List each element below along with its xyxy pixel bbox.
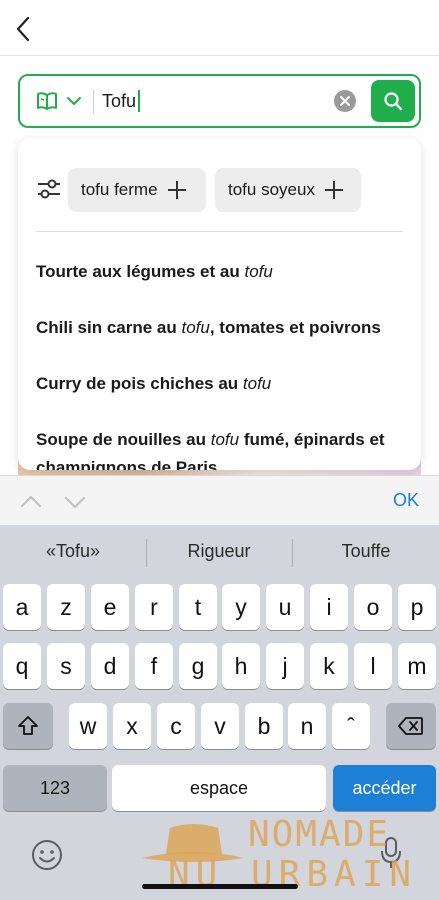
search-bar — [18, 74, 421, 128]
search-input[interactable] — [102, 76, 332, 126]
suggestions-dropdown: tofu ferme tofu soyeux Tourte aux légume… — [18, 138, 421, 470]
search-icon — [384, 92, 403, 111]
dropdown-divider — [36, 231, 403, 232]
key-w[interactable]: w — [69, 703, 107, 749]
emoji-icon[interactable] — [30, 838, 64, 872]
key-i[interactable]: i — [310, 584, 348, 630]
back-icon[interactable] — [8, 12, 38, 46]
microphone-icon[interactable] — [380, 836, 402, 870]
keyboard-accessory-bar: OK — [0, 475, 439, 525]
shift-key[interactable] — [3, 703, 53, 749]
filter-icon[interactable] — [36, 178, 62, 200]
top-bar — [0, 0, 439, 56]
key-f[interactable]: f — [135, 643, 173, 689]
key-a[interactable]: a — [3, 584, 41, 630]
backspace-icon — [398, 717, 423, 735]
chevron-up-icon[interactable] — [20, 491, 42, 513]
go-key[interactable]: accéder — [333, 765, 436, 811]
prediction-item[interactable]: Rigueur — [146, 541, 292, 562]
key-z[interactable]: z — [47, 584, 85, 630]
delete-key[interactable] — [386, 703, 436, 749]
suggestion-item-continued: champignons de Paris — [36, 458, 218, 470]
key-y[interactable]: y — [222, 584, 260, 630]
chip-label: tofu soyeux — [228, 180, 315, 199]
space-key[interactable]: espace — [112, 765, 326, 811]
key-n[interactable]: n — [288, 703, 326, 749]
key-p[interactable]: p — [398, 584, 436, 630]
key-x[interactable]: x — [113, 703, 151, 749]
home-indicator — [142, 884, 298, 889]
numbers-key[interactable]: 123 — [3, 765, 107, 811]
keyboard: «Tofu» Rigueur Touffe a z e r t y u i o … — [0, 525, 439, 900]
suggestion-item[interactable]: Tourte aux légumes et au tofu — [36, 262, 273, 282]
key-t[interactable]: t — [179, 584, 217, 630]
key-e[interactable]: e — [91, 584, 129, 630]
key-circumflex[interactable]: ˆ — [332, 703, 370, 749]
chip-tofu-ferme[interactable]: tofu ferme — [68, 168, 206, 212]
search-submit-button[interactable] — [371, 80, 415, 122]
key-l[interactable]: l — [354, 643, 392, 689]
plus-icon — [167, 181, 186, 199]
plus-icon — [324, 181, 343, 199]
suggestion-item[interactable]: Curry de pois chiches au tofu — [36, 374, 271, 394]
suggestion-item[interactable]: Chili sin carne au tofu, tomates et poiv… — [36, 318, 381, 338]
key-m[interactable]: m — [398, 643, 436, 689]
search-separator — [93, 90, 94, 114]
chevron-down-icon[interactable] — [66, 93, 82, 109]
key-u[interactable]: u — [266, 584, 304, 630]
suggestion-item[interactable]: Soupe de nouilles au tofu fumé, épinards… — [36, 430, 385, 450]
chip-tofu-soyeux[interactable]: tofu soyeux — [215, 168, 361, 212]
recipe-book-icon[interactable] — [36, 91, 58, 111]
prediction-item[interactable]: «Tofu» — [0, 541, 146, 562]
clear-icon[interactable] — [334, 90, 356, 112]
key-j[interactable]: j — [266, 643, 304, 689]
key-o[interactable]: o — [354, 584, 392, 630]
key-g[interactable]: g — [179, 643, 217, 689]
key-q[interactable]: q — [3, 643, 41, 689]
predictions-bar: «Tofu» Rigueur Touffe — [0, 525, 439, 581]
chip-label: tofu ferme — [81, 180, 158, 199]
key-d[interactable]: d — [91, 643, 129, 689]
text-caret — [138, 90, 140, 112]
key-b[interactable]: b — [245, 703, 283, 749]
key-s[interactable]: s — [47, 643, 85, 689]
key-k[interactable]: k — [310, 643, 348, 689]
prediction-item[interactable]: Touffe — [293, 541, 439, 562]
key-h[interactable]: h — [222, 643, 260, 689]
ok-button[interactable]: OK — [393, 490, 419, 511]
key-c[interactable]: c — [157, 703, 195, 749]
key-r[interactable]: r — [135, 584, 173, 630]
key-v[interactable]: v — [201, 703, 239, 749]
shift-icon — [18, 716, 38, 735]
chevron-down-icon[interactable] — [64, 491, 86, 513]
